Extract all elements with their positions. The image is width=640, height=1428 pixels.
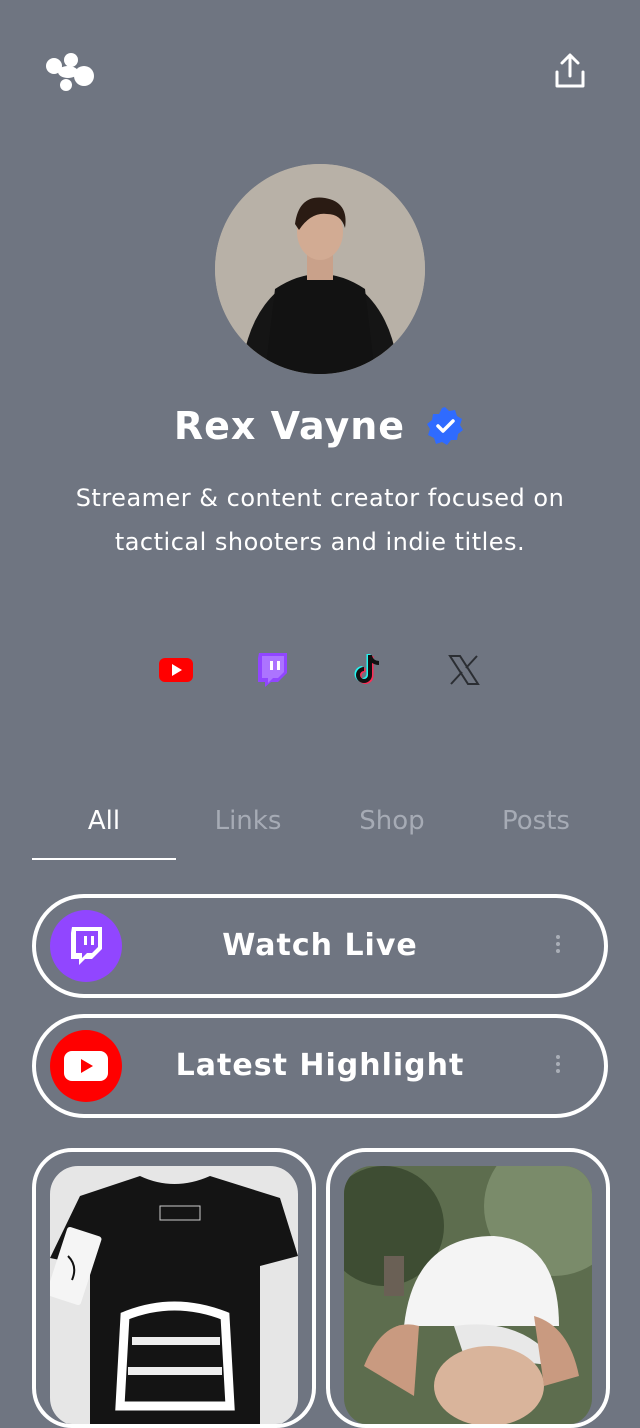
more-options-icon[interactable] xyxy=(552,1052,564,1080)
twitch-icon[interactable] xyxy=(252,648,292,692)
tab-all[interactable]: All xyxy=(32,796,176,860)
youtube-icon xyxy=(50,1030,122,1102)
avatar xyxy=(215,164,425,374)
more-options-icon[interactable] xyxy=(552,932,564,960)
cap-product-image xyxy=(344,1166,592,1424)
logo-icon[interactable] xyxy=(44,52,96,92)
profile-name: Rex Vayne xyxy=(173,404,406,448)
top-bar xyxy=(0,0,640,140)
share-icon[interactable] xyxy=(551,52,589,90)
link-watch-live[interactable]: Watch Live xyxy=(32,894,608,998)
twitch-icon xyxy=(50,910,122,982)
profile-bio: Streamer & content creator focused on ta… xyxy=(75,484,565,556)
shop-item-cap[interactable] xyxy=(326,1148,610,1428)
content-tabs: All Links Shop Posts xyxy=(32,796,608,862)
tshirt-product-image xyxy=(50,1166,298,1424)
link-latest-highlight[interactable]: Latest Highlight xyxy=(32,1014,608,1118)
shop-item-tshirt[interactable] xyxy=(32,1148,316,1428)
tab-posts[interactable]: Posts xyxy=(464,796,608,860)
verified-badge-icon xyxy=(424,405,466,447)
tab-links[interactable]: Links xyxy=(176,796,320,860)
tab-shop[interactable]: Shop xyxy=(320,796,464,860)
link-label: Latest Highlight xyxy=(175,1048,465,1083)
x-icon[interactable] xyxy=(444,648,484,692)
name-row: Rex Vayne xyxy=(0,404,640,464)
link-label: Watch Live xyxy=(222,928,418,963)
youtube-icon[interactable] xyxy=(156,648,196,692)
tiktok-icon[interactable] xyxy=(348,648,388,692)
social-links xyxy=(0,648,640,694)
active-tab-indicator xyxy=(32,858,176,860)
